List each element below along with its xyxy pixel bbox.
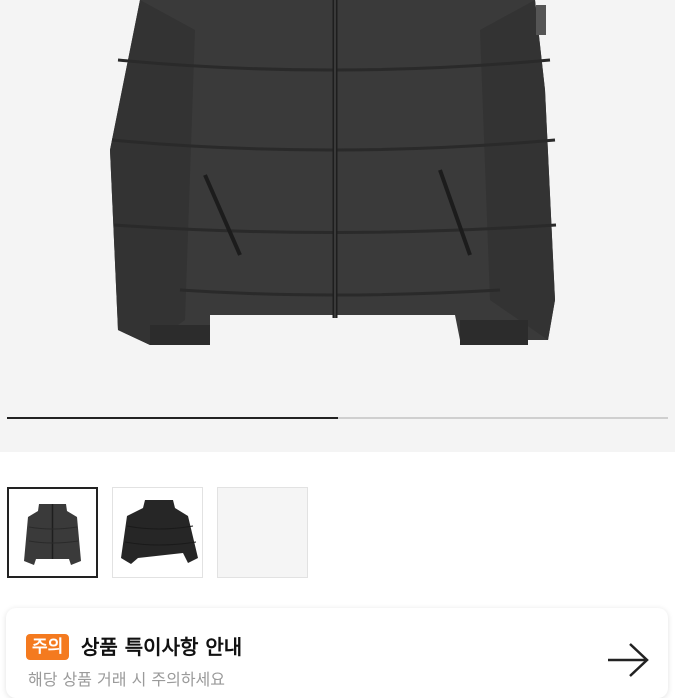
product-notice-card[interactable]: 주의 상품 특이사항 안내 해당 상품 거래 시 주의하세요	[6, 608, 668, 698]
thumbnail-3[interactable]	[217, 487, 308, 578]
thumbnail-strip	[7, 487, 308, 578]
jacket-image	[110, 0, 557, 345]
jacket-side-thumbnail	[121, 500, 198, 564]
jacket-front-thumbnail	[24, 504, 81, 565]
caution-badge: 주의	[26, 634, 70, 660]
notice-title: 상품 특이사항 안내	[81, 635, 243, 659]
product-image-area[interactable]	[0, 0, 675, 452]
thumbnail-2[interactable]	[112, 487, 203, 578]
arrow-right-icon[interactable]	[606, 640, 652, 680]
gallery-progress-fill	[7, 417, 338, 419]
notice-subtitle: 해당 상품 거래 시 주의하세요	[28, 670, 225, 689]
thumbnail-1[interactable]	[7, 487, 98, 578]
gallery-progress	[7, 417, 668, 419]
